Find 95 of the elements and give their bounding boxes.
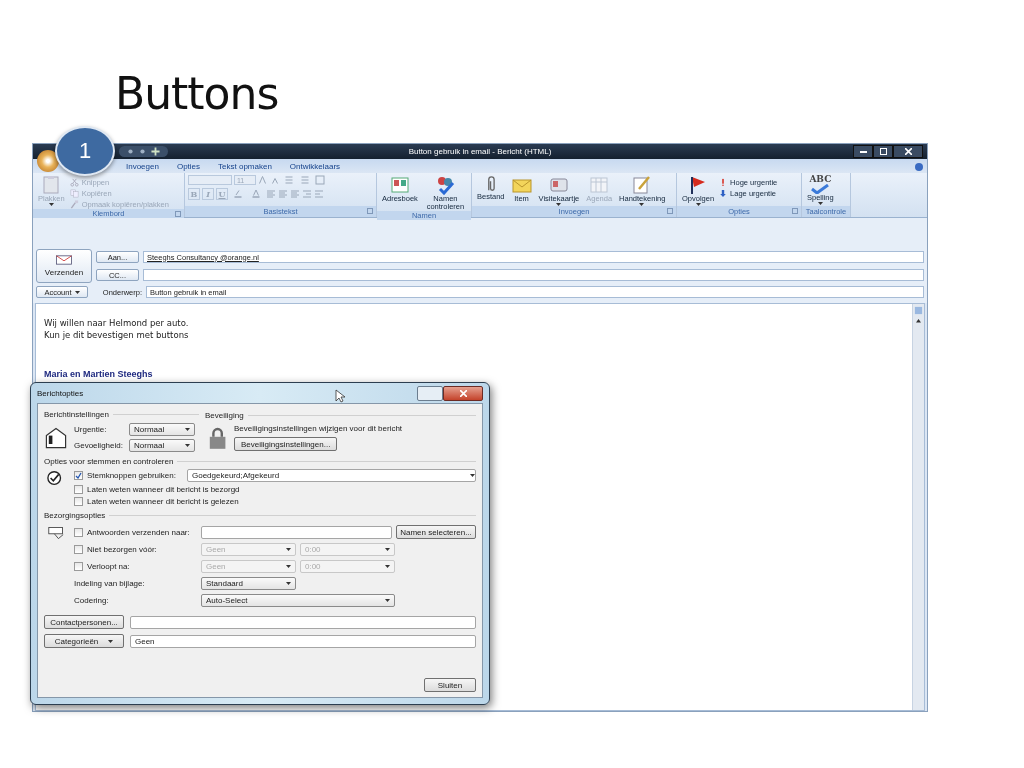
categories-field[interactable]: Geen <box>130 634 476 648</box>
cursor-icon <box>335 389 345 403</box>
checkbox[interactable] <box>74 471 83 480</box>
people-check-icon <box>435 175 456 195</box>
field-label: Gevoeligheid: <box>74 441 124 450</box>
caret-icon <box>74 290 80 294</box>
close-button[interactable] <box>893 145 923 158</box>
dropdown[interactable]: Normaal <box>129 439 195 452</box>
caret-icon <box>286 548 291 551</box>
select-names-button[interactable]: Namen selecteren... <box>396 525 476 539</box>
dialog-title: Berichtopties <box>37 388 84 398</box>
section-heading: Beveiliging <box>205 410 244 420</box>
signature-text: Maria en Martien Steeghs <box>44 368 154 380</box>
caret-icon <box>385 548 390 551</box>
brush-icon <box>69 200 79 209</box>
security-text: Beveiligingsinstellingen wijzigen voor dit bericht <box>234 424 403 433</box>
ribbon-tab[interactable]: Invoegen <box>119 162 166 173</box>
step-badge: 1 <box>55 126 115 176</box>
checkbox[interactable] <box>74 545 83 554</box>
checkbox-label: Stemknoppen gebruiken: <box>87 471 177 480</box>
message-text: Wij willen naar Helmond per auto. <box>44 317 190 329</box>
down-arrow-icon <box>719 189 728 198</box>
slide-title: Buttons <box>114 67 280 121</box>
dropdown[interactable]: Standaard <box>201 577 296 590</box>
close-icon <box>904 148 912 155</box>
checkbox[interactable] <box>74 562 83 571</box>
help-icon[interactable] <box>915 163 923 171</box>
checkbox[interactable] <box>74 485 83 494</box>
align-icon <box>290 189 300 199</box>
reply-to-field[interactable] <box>201 525 392 539</box>
dialog-launcher-icon[interactable] <box>792 208 798 214</box>
dialog-launcher-icon[interactable] <box>667 208 673 214</box>
checkbox-label: Laten weten wanneer dit bericht is gelezen <box>87 497 239 506</box>
caret-icon <box>108 639 114 643</box>
indent-icon <box>302 189 312 199</box>
dialog-launcher-icon[interactable] <box>175 211 181 217</box>
security-settings-button[interactable]: Beveiligingsinstellingen... <box>234 437 338 451</box>
caret-icon <box>286 582 291 585</box>
envelope-icon <box>55 255 73 265</box>
align-icon <box>278 189 288 199</box>
move-icon <box>151 147 160 156</box>
maximize-button[interactable] <box>873 145 893 158</box>
section-heading: Berichtinstellingen <box>44 409 109 419</box>
close-button[interactable] <box>443 385 483 401</box>
checkbox-label: Laten weten wanneer dit bericht is bezorgd <box>87 485 240 494</box>
close-icon <box>459 389 467 397</box>
abc-icon-text: ABC <box>809 175 832 184</box>
categories-button[interactable]: Categorieën <box>44 634 124 648</box>
voting-buttons-field[interactable]: Goedgekeurd;Afgekeurd <box>187 469 476 482</box>
ribbon-tab[interactable]: Tekst opmaken <box>211 162 279 173</box>
calendar-icon <box>589 175 610 195</box>
caret-icon <box>385 565 390 568</box>
ribbon-tab[interactable]: Ontwikkelaars <box>282 162 348 173</box>
message-text: Kun je dit bevestigen met buttons <box>44 329 190 341</box>
pen-paper-icon <box>631 175 652 195</box>
field-label: Antwoorden verzenden naar: <box>87 527 191 537</box>
caret-icon <box>185 428 190 431</box>
ribbon-tab[interactable]: Opties <box>169 162 208 173</box>
contacts-button[interactable]: Contactpersonen... <box>44 615 124 629</box>
dropdown[interactable]: Normaal <box>129 423 195 436</box>
scroll-up-icon <box>915 318 922 323</box>
field-label: Urgentie: <box>74 425 108 434</box>
field-label: Codering: <box>74 596 110 605</box>
cc-field[interactable] <box>143 269 924 281</box>
minimize-icon <box>859 150 867 153</box>
caret-icon <box>385 599 390 602</box>
office-logo-icon[interactable] <box>37 150 59 172</box>
dropdown[interactable]: Auto-Select <box>201 594 395 607</box>
section-heading: Opties voor stemmen en controleren <box>44 456 174 466</box>
tick-icon <box>75 472 82 479</box>
clipboard-icon <box>41 175 62 195</box>
card-icon <box>548 175 569 195</box>
field-label: Niet bezorgen vóór: <box>87 545 158 554</box>
indent-icon <box>314 189 324 199</box>
window-title: Button gebruik in email - Bericht (HTML) <box>408 147 552 156</box>
minimize-button[interactable] <box>853 145 873 158</box>
styles-icon <box>314 175 326 185</box>
scissors-icon <box>69 178 79 187</box>
copy-icon <box>69 189 79 198</box>
send-button[interactable]: Verzenden <box>36 249 92 283</box>
caret-icon <box>286 565 291 568</box>
maximize-icon <box>879 148 887 155</box>
section-heading: Bezorgingsopties <box>44 510 106 520</box>
contacts-field[interactable] <box>130 615 476 629</box>
paperclip-icon <box>486 175 495 193</box>
caret-icon <box>470 474 475 477</box>
help-button[interactable] <box>417 385 443 401</box>
address-book-icon <box>389 175 410 195</box>
field-label: Indeling van bijlage: <box>74 579 146 588</box>
checkbox[interactable] <box>74 497 83 506</box>
align-icon <box>266 189 276 199</box>
field-label: Verloopt na: <box>87 562 131 571</box>
caret-icon <box>185 444 190 447</box>
close-dialog-button[interactable]: Sluiten <box>424 678 476 692</box>
checkbox[interactable] <box>74 527 83 537</box>
